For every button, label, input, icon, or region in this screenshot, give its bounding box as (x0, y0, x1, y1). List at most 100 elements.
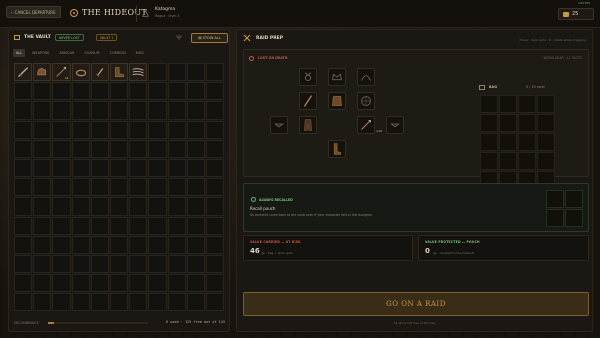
vault-slot[interactable] (14, 235, 33, 254)
vault-slot[interactable] (71, 178, 90, 197)
vault-slot[interactable] (205, 63, 225, 82)
vault-slot[interactable] (109, 254, 129, 274)
filter-tab-misc[interactable]: MISC (133, 49, 147, 57)
vault-slot[interactable] (33, 254, 52, 274)
vault-slot[interactable] (14, 120, 33, 139)
vault-slot[interactable] (129, 82, 148, 101)
vault-slot[interactable] (148, 139, 167, 158)
vault-slot[interactable] (186, 82, 205, 101)
vault-slot[interactable] (205, 274, 225, 293)
vault-slot[interactable] (186, 63, 205, 82)
vault-slot[interactable] (33, 274, 52, 293)
go-on-raid-button[interactable]: GO ON A RAID (243, 292, 589, 316)
vault-slot[interactable] (167, 139, 186, 158)
slot-ring-left[interactable] (270, 116, 288, 134)
vault-slot[interactable] (109, 82, 129, 101)
vault-slot[interactable] (90, 139, 109, 158)
vault-slot[interactable] (33, 178, 52, 197)
bag-slot[interactable] (537, 95, 555, 113)
vault-slot[interactable] (14, 216, 33, 235)
bag-slot[interactable] (537, 133, 555, 151)
vault-slot[interactable] (14, 101, 33, 120)
vault-slot[interactable] (109, 101, 129, 120)
vault-slot[interactable] (109, 178, 129, 197)
vault-slot[interactable] (33, 101, 52, 120)
bag-slot[interactable] (537, 152, 555, 170)
vault-slot[interactable] (14, 63, 33, 82)
vault-slot[interactable] (205, 235, 225, 254)
vault-slot[interactable] (109, 293, 129, 312)
vault-slot[interactable] (71, 197, 90, 216)
vault-slot[interactable] (90, 158, 109, 178)
vault-slot[interactable] (129, 63, 148, 82)
vault-slot[interactable] (109, 235, 129, 254)
vault-slot[interactable] (148, 235, 167, 254)
vault-slot[interactable] (167, 254, 186, 274)
vault-slot[interactable] (167, 178, 186, 197)
vault-slot[interactable] (129, 293, 148, 312)
vault-slot[interactable] (109, 139, 129, 158)
filter-tab-common[interactable]: COMMON (107, 49, 129, 57)
vault-slot[interactable] (186, 216, 205, 235)
vault-slot[interactable] (90, 120, 109, 139)
vault-slot[interactable] (71, 235, 90, 254)
vault-slot[interactable] (148, 293, 167, 312)
vault-slot[interactable] (205, 216, 225, 235)
vault-slot[interactable] (186, 254, 205, 274)
vault-slot[interactable] (90, 235, 109, 254)
vault-slot[interactable] (14, 293, 33, 312)
vault-slot[interactable] (167, 235, 186, 254)
vault-slot[interactable] (129, 120, 148, 139)
vault-slot[interactable] (148, 216, 167, 235)
stow-all-button[interactable]: ▤ STOW ALL (191, 33, 228, 43)
slot-cloak[interactable] (357, 68, 375, 86)
vault-slot[interactable] (167, 82, 186, 101)
vault-slot[interactable] (167, 293, 186, 312)
vault-slot[interactable] (167, 216, 186, 235)
filter-tab-weapons[interactable]: WEAPONS (29, 49, 52, 57)
filter-tab-armour[interactable]: ARMOUR (56, 49, 77, 57)
vault-slot[interactable] (186, 235, 205, 254)
vault-slot[interactable] (33, 82, 52, 101)
slot-shield[interactable] (357, 92, 375, 110)
vault-slot[interactable] (186, 101, 205, 120)
vault-slot[interactable] (129, 197, 148, 216)
pouch-slot[interactable] (546, 190, 564, 208)
vault-slot[interactable] (148, 158, 167, 178)
vault-slot[interactable] (14, 82, 33, 101)
bag-slot[interactable] (537, 114, 555, 132)
vault-slot[interactable] (129, 101, 148, 120)
slot-ammo[interactable]: x10 (357, 116, 382, 134)
vault-slot[interactable] (90, 254, 109, 274)
cancel-departure-button[interactable]: ‹ CANCEL DEPARTURE (6, 6, 61, 18)
vault-slot[interactable] (52, 101, 71, 120)
bag-slot[interactable] (499, 95, 517, 113)
vault-slot[interactable] (167, 274, 186, 293)
vault-slot[interactable] (33, 120, 52, 139)
vault-slot[interactable] (52, 197, 71, 216)
vault-slot[interactable] (186, 158, 205, 178)
pouch-slot[interactable] (546, 209, 564, 227)
vault-slot[interactable] (148, 197, 167, 216)
vault-slot[interactable] (186, 274, 205, 293)
vault-slot[interactable] (129, 158, 148, 178)
vault-slot[interactable] (205, 293, 225, 312)
sort-icon[interactable] (176, 35, 182, 40)
vault-slot[interactable] (205, 254, 225, 274)
bag-slot[interactable] (518, 152, 536, 170)
vault-slot[interactable] (14, 254, 33, 274)
vault-slot[interactable] (14, 274, 33, 293)
vault-slot[interactable] (33, 158, 52, 178)
vault-slot[interactable] (205, 197, 225, 216)
vault-slot[interactable] (129, 216, 148, 235)
bag-slot[interactable] (480, 152, 498, 170)
vault-slot[interactable] (71, 120, 90, 139)
vault-slot[interactable] (109, 158, 129, 178)
vault-slot[interactable] (71, 82, 90, 101)
slot-legs[interactable] (299, 116, 317, 134)
vault-slot[interactable] (71, 293, 90, 312)
vault-slot[interactable] (186, 293, 205, 312)
vault-slot[interactable] (167, 120, 186, 139)
vault-slot[interactable] (205, 139, 225, 158)
bag-slot[interactable] (499, 133, 517, 151)
